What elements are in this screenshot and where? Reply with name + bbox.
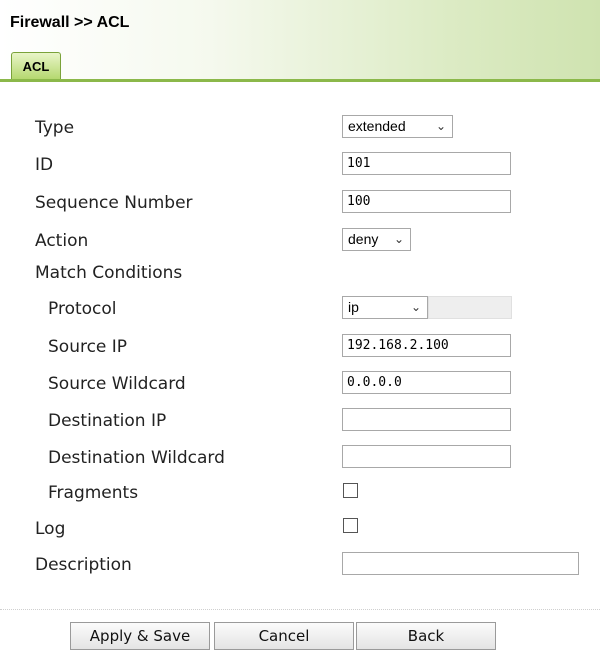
protocol-select[interactable]: ip ⌄ [342, 296, 428, 319]
apply-save-button[interactable]: Apply & Save [70, 622, 210, 650]
source-ip-label: Source IP [48, 337, 128, 357]
action-select[interactable]: deny ⌄ [342, 228, 411, 251]
fragments-label: Fragments [48, 483, 139, 503]
id-label: ID [35, 155, 54, 175]
page-title: Firewall >> ACL [10, 14, 130, 31]
protocol-select-value: ip [348, 299, 359, 315]
tab-acl[interactable]: ACL [11, 52, 61, 79]
source-wildcard-label: Source Wildcard [48, 374, 186, 394]
page-header: Firewall >> ACL ACL [0, 0, 600, 82]
log-checkbox[interactable] [343, 518, 358, 533]
form-divider [0, 609, 600, 610]
sequence-number-input[interactable]: 100 [342, 190, 511, 213]
source-wildcard-input[interactable]: 0.0.0.0 [342, 371, 511, 394]
type-select[interactable]: extended ⌄ [342, 115, 453, 138]
type-label: Type [35, 118, 75, 138]
destination-ip-input[interactable] [342, 408, 511, 431]
chevron-down-icon: ⌄ [410, 300, 421, 314]
chevron-down-icon: ⌄ [393, 232, 404, 246]
tab-bar-divider [0, 79, 600, 82]
description-input[interactable] [342, 552, 579, 575]
match-conditions-label: Match Conditions [35, 263, 183, 283]
description-label: Description [35, 555, 132, 575]
action-label: Action [35, 231, 89, 251]
fragments-checkbox[interactable] [343, 483, 358, 498]
destination-wildcard-input[interactable] [342, 445, 511, 468]
back-button[interactable]: Back [356, 622, 496, 650]
sequence-number-label: Sequence Number [35, 193, 193, 213]
destination-wildcard-label: Destination Wildcard [48, 448, 225, 468]
cancel-button[interactable]: Cancel [214, 622, 354, 650]
id-input[interactable]: 101 [342, 152, 511, 175]
action-select-value: deny [348, 231, 379, 247]
chevron-down-icon: ⌄ [435, 119, 446, 133]
destination-ip-label: Destination IP [48, 411, 167, 431]
protocol-label: Protocol [48, 299, 117, 319]
type-select-value: extended [348, 118, 406, 134]
log-label: Log [35, 519, 66, 539]
source-ip-input[interactable]: 192.168.2.100 [342, 334, 511, 357]
protocol-number-input [428, 296, 512, 319]
